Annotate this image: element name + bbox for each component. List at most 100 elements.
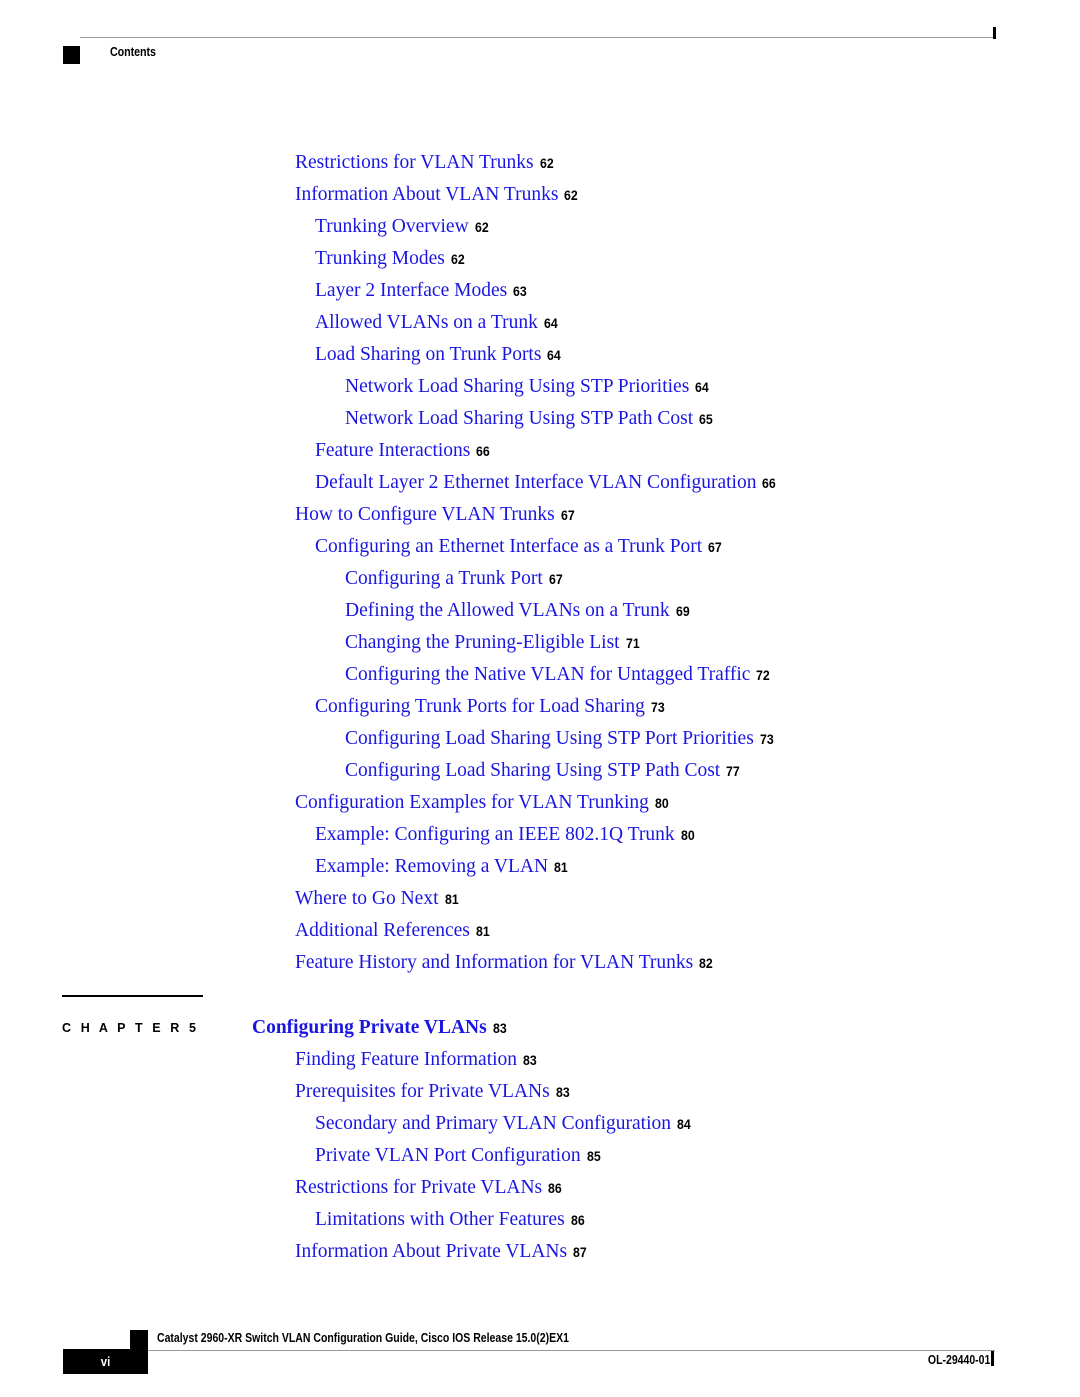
toc-entry-page-number: 86 xyxy=(548,1180,562,1196)
toc-entry-page-number: 62 xyxy=(539,155,554,171)
toc-entry-page-number: 64 xyxy=(547,347,562,363)
toc-entry-page-number: 83 xyxy=(555,1084,570,1100)
toc-entry[interactable]: Where to Go Next 81 xyxy=(295,889,460,909)
toc-entry-page-number: 81 xyxy=(554,859,568,875)
toc-entry-page-number: 66 xyxy=(476,443,491,459)
toc-entry-page-number: 81 xyxy=(444,891,459,907)
toc-entry-page-number: 62 xyxy=(474,219,489,235)
toc-entry[interactable]: Trunking Overview 62 xyxy=(315,217,490,237)
toc-entry[interactable]: Changing the Pruning-Eligible List 71 xyxy=(345,633,641,653)
toc-entry-page-number: 66 xyxy=(762,475,777,491)
toc-entry-title: Configuring Trunk Ports for Load Sharing xyxy=(315,696,645,717)
toc-entry[interactable]: Network Load Sharing Using STP Path Cost… xyxy=(345,409,715,429)
toc-entry-page-number: 67 xyxy=(708,539,722,555)
toc-entry-title: Example: Configuring an IEEE 802.1Q Trun… xyxy=(315,824,675,845)
toc-entry-page-number: 62 xyxy=(450,251,465,267)
toc-entry-title: Feature History and Information for VLAN… xyxy=(295,952,694,973)
toc-entry-page-number: 84 xyxy=(677,1116,691,1132)
header-label: Contents xyxy=(110,45,156,59)
toc-entry-title: Secondary and Primary VLAN Configuration xyxy=(315,1113,671,1134)
toc-entry-page-number: 64 xyxy=(543,315,558,331)
page-header: Contents xyxy=(0,0,1080,80)
toc-entry-title: Configuring a Trunk Port xyxy=(345,568,543,589)
toc-entry[interactable]: Limitations with Other Features 86 xyxy=(315,1210,586,1230)
toc-entry-page-number: 67 xyxy=(548,571,563,587)
toc-entry-title: Configuration Examples for VLAN Trunking xyxy=(295,792,649,813)
toc-entry-page-number: 85 xyxy=(586,1148,601,1164)
toc-entry-page-number: 69 xyxy=(675,603,690,619)
toc-entry-title: Trunking Overview xyxy=(315,216,469,237)
toc-entry[interactable]: Additional References 81 xyxy=(295,921,491,941)
toc-entry-title: Layer 2 Interface Modes xyxy=(315,280,508,301)
toc-entry[interactable]: Information About Private VLANs 87 xyxy=(295,1242,589,1262)
toc-entry-title: Configuring Load Sharing Using STP Path … xyxy=(345,760,721,781)
toc-entry-title: Private VLAN Port Configuration xyxy=(315,1145,581,1166)
toc-entry[interactable]: Finding Feature Information 83 xyxy=(295,1050,539,1070)
toc-entry-title: Where to Go Next xyxy=(295,888,439,909)
toc-entry-page-number: 82 xyxy=(699,955,713,971)
toc-entry-title: Finding Feature Information xyxy=(295,1049,518,1070)
toc-entry[interactable]: Feature History and Information for VLAN… xyxy=(295,953,715,973)
toc-entry-title: Information About Private VLANs xyxy=(295,1241,568,1262)
toc-entry-title: How to Configure VLAN Trunks xyxy=(295,504,555,525)
toc-entry-page-number: 81 xyxy=(475,923,490,939)
toc-entry-title: Load Sharing on Trunk Ports xyxy=(315,344,542,365)
toc-entry[interactable]: Secondary and Primary VLAN Configuration… xyxy=(315,1114,693,1134)
chapter-title-entry[interactable]: Configuring Private VLANs 83 xyxy=(252,1018,508,1038)
toc-entry[interactable]: Example: Removing a VLAN 81 xyxy=(315,857,570,877)
toc-entry[interactable]: Configuring Load Sharing Using STP Path … xyxy=(345,761,742,781)
toc-entry-title: Network Load Sharing Using STP Prioritie… xyxy=(345,376,690,397)
footer-doc-id: OL-29440-01 xyxy=(927,1353,990,1367)
toc-entry-page-number: 65 xyxy=(699,411,713,427)
toc-entry-page-number: 64 xyxy=(695,379,710,395)
toc-entry-title: Prerequisites for Private VLANs xyxy=(295,1081,550,1102)
toc-entry-title: Configuring Private VLANs xyxy=(252,1017,487,1038)
toc-entry-page-number: 77 xyxy=(726,763,740,779)
toc-entry-title: Allowed VLANs on a Trunk xyxy=(315,312,538,333)
toc-entry[interactable]: Configuring an Ethernet Interface as a T… xyxy=(315,537,724,557)
toc-entry[interactable]: Example: Configuring an IEEE 802.1Q Trun… xyxy=(315,825,696,845)
toc-entry-page-number: 83 xyxy=(492,1020,507,1036)
chapter-divider-rule xyxy=(62,995,203,997)
header-edge-tick xyxy=(993,27,996,39)
toc-entry[interactable]: Configuring a Trunk Port 67 xyxy=(345,569,564,589)
toc-entry[interactable]: Configuring the Native VLAN for Untagged… xyxy=(345,665,772,685)
toc-entry[interactable]: Default Layer 2 Ethernet Interface VLAN … xyxy=(315,473,778,493)
toc-entry[interactable]: Layer 2 Interface Modes 63 xyxy=(315,281,529,301)
toc-entry-title: Configuring the Native VLAN for Untagged… xyxy=(345,664,751,685)
header-rule xyxy=(80,37,995,38)
chapter-label: C H A P T E R 5 xyxy=(62,1021,200,1035)
toc-entry-title: Trunking Modes xyxy=(315,248,445,269)
toc-entry[interactable]: Prerequisites for Private VLANs 83 xyxy=(295,1082,571,1102)
toc-entry-title: Restrictions for Private VLANs xyxy=(295,1177,543,1198)
toc-entry[interactable]: Private VLAN Port Configuration 85 xyxy=(315,1146,602,1166)
toc-entry-page-number: 67 xyxy=(560,507,575,523)
toc-entry[interactable]: Restrictions for Private VLANs 86 xyxy=(295,1178,564,1198)
toc-entry-page-number: 62 xyxy=(564,187,579,203)
toc-entry[interactable]: Restrictions for VLAN Trunks 62 xyxy=(295,153,555,173)
toc-entry[interactable]: Configuring Load Sharing Using STP Port … xyxy=(345,729,775,749)
toc-entry[interactable]: How to Configure VLAN Trunks 67 xyxy=(295,505,576,525)
toc-entry-page-number: 80 xyxy=(680,827,695,843)
toc-entry-title: Configuring Load Sharing Using STP Port … xyxy=(345,728,754,749)
toc-entry-title: Default Layer 2 Ethernet Interface VLAN … xyxy=(315,472,757,493)
toc-entry[interactable]: Network Load Sharing Using STP Prioritie… xyxy=(345,377,711,397)
toc-entry[interactable]: Load Sharing on Trunk Ports 64 xyxy=(315,345,563,365)
toc-entry[interactable]: Configuring Trunk Ports for Load Sharing… xyxy=(315,697,666,717)
toc-entry[interactable]: Information About VLAN Trunks 62 xyxy=(295,185,580,205)
toc-entry-title: Configuring an Ethernet Interface as a T… xyxy=(315,536,703,557)
toc-entry-page-number: 71 xyxy=(625,635,640,651)
toc-entry-title: Changing the Pruning-Eligible List xyxy=(345,632,620,653)
toc-entry-title: Network Load Sharing Using STP Path Cost xyxy=(345,408,694,429)
toc-entry-page-number: 83 xyxy=(523,1052,537,1068)
toc-entry-page-number: 87 xyxy=(573,1244,587,1260)
footer-page-number: vi xyxy=(100,1354,111,1369)
toc-entry[interactable]: Feature Interactions 66 xyxy=(315,441,492,461)
toc-entry[interactable]: Allowed VLANs on a Trunk 64 xyxy=(315,313,559,333)
toc-entry-title: Information About VLAN Trunks xyxy=(295,184,559,205)
toc-entry-page-number: 80 xyxy=(654,795,669,811)
toc-entry[interactable]: Configuration Examples for VLAN Trunking… xyxy=(295,793,670,813)
black-square-marker-icon xyxy=(63,46,80,64)
toc-entry[interactable]: Trunking Modes 62 xyxy=(315,249,466,269)
toc-entry[interactable]: Defining the Allowed VLANs on a Trunk 69 xyxy=(345,601,691,621)
